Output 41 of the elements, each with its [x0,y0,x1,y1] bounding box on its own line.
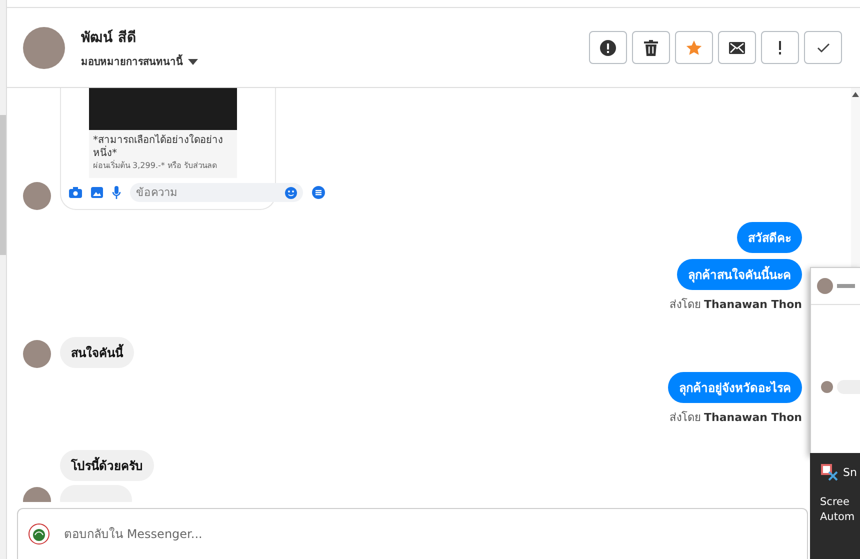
message-bubble: ลุกค้าอยู่จังหวัดอะไรค [668,372,802,403]
message-field[interactable]: ข้อความ [130,183,303,202]
reply-field[interactable]: ตอบกลับใน Messenger... [17,508,808,559]
trash-button[interactable] [632,31,670,64]
camera-icon[interactable] [69,187,82,198]
contact-name: พัฒน์ สีดี [81,28,137,48]
alert-button[interactable] [589,31,627,64]
logo-icon [28,523,50,545]
avatar [23,26,65,68]
trash-icon [644,40,658,56]
message-bubble: สวัสดีคะ [737,222,802,253]
post-title: *สามารถเลือกได้อย่างใดอย่างหนึ่ง* [93,134,224,160]
message-bubble: สนใจคันนี้ [60,337,134,368]
message-input[interactable]: ข้อความ [136,185,281,200]
check-button[interactable] [804,31,842,64]
sent-by-label: ส่งโดย Thanawan Thon [670,410,802,426]
post-description: ผ่อนเริ่มต้น 3,299.-* หรือ รับส่วนลด [93,160,218,171]
notification-text: Autom [820,510,856,525]
mail-button[interactable] [718,31,756,64]
caret-icon [188,58,198,64]
notification-text: Scree [820,495,850,510]
message-bubble: ลุกค้าสนใจคันนี้นะค [677,259,802,290]
emoji-icon[interactable] [285,186,297,198]
star-icon [686,40,702,56]
assign-dropdown[interactable]: มอบหมายการสนทนานี้ [81,54,198,69]
notification-panel[interactable]: Sn Scree Autom [810,453,860,559]
scroll-up-icon[interactable] [852,92,859,97]
envelope-icon [729,42,745,54]
checkmark-icon [816,42,830,52]
message-bubble: โปรนี้ด้วยครับ [60,450,154,481]
notification-app-name: Sn [843,466,857,478]
snipping-tool-icon [820,463,838,481]
alert-icon [600,40,616,56]
star-button[interactable] [675,31,713,64]
image-icon[interactable] [91,187,103,198]
avatar [23,340,51,368]
menu-icon[interactable] [312,186,325,199]
avatar [23,182,51,210]
sent-by-label: ส่งโดย Thanawan Thon [670,297,802,313]
microphone-icon[interactable] [112,186,121,199]
exclamation-icon [778,40,782,54]
